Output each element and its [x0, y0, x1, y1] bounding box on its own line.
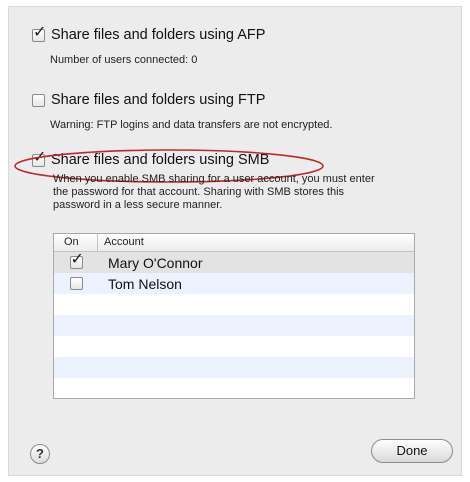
smb-accounts-table[interactable]: On Account ✓ Mary O'Connor Tom Nelson	[53, 233, 415, 399]
smb-description: When you enable SMB sharing for a user a…	[53, 173, 433, 212]
account-name: Tom Nelson	[108, 275, 182, 292]
help-button[interactable]: ?	[30, 444, 50, 464]
table-row-empty	[54, 336, 414, 357]
table-row-empty	[54, 315, 414, 336]
done-button[interactable]: Done	[371, 439, 453, 463]
smb-description-line: When you enable SMB sharing for a user a…	[53, 173, 375, 185]
ftp-option-label[interactable]: Share files and folders using FTP	[51, 92, 265, 108]
account-name: Mary O'Connor	[108, 254, 203, 271]
table-row[interactable]: Tom Nelson	[54, 273, 414, 294]
smb-option-row[interactable]: ✓ Share files and folders using SMB	[32, 148, 269, 170]
smb-description-line: password in a less secure manner.	[53, 199, 223, 211]
smb-description-line: the password for that account. Sharing w…	[53, 186, 345, 198]
account-on-cell	[54, 277, 98, 290]
table-row[interactable]: ✓ Mary O'Connor	[54, 251, 414, 273]
table-header: On Account	[54, 234, 414, 252]
smb-option-label[interactable]: Share files and folders using SMB	[51, 152, 269, 168]
checkmark-icon: ✓	[33, 21, 47, 41]
ftp-option-row[interactable]: Share files and folders using FTP	[32, 90, 265, 110]
ftp-checkbox[interactable]	[32, 93, 45, 107]
checkmark-icon: ✓	[70, 249, 84, 268]
column-header-account[interactable]: Account	[98, 234, 144, 251]
table-row-empty	[54, 294, 414, 315]
table-row-empty	[54, 378, 414, 398]
ftp-warning-note: Warning: FTP logins and data transfers a…	[50, 119, 333, 131]
afp-option-label[interactable]: Share files and folders using AFP	[51, 27, 265, 43]
afp-option-row[interactable]: ✓ Share files and folders using AFP	[32, 23, 265, 45]
afp-status-note: Number of users connected: 0	[50, 54, 198, 66]
account-enable-checkbox[interactable]: ✓	[69, 251, 84, 269]
table-row-empty	[54, 357, 414, 378]
afp-checkbox[interactable]: ✓	[32, 23, 46, 42]
sharing-options-sheet: ✓ Share files and folders using AFP Numb…	[8, 6, 462, 476]
account-enable-checkbox[interactable]	[69, 277, 83, 290]
account-on-cell: ✓	[54, 251, 98, 269]
checkmark-icon: ✓	[33, 146, 47, 166]
smb-checkbox[interactable]: ✓	[32, 148, 46, 167]
